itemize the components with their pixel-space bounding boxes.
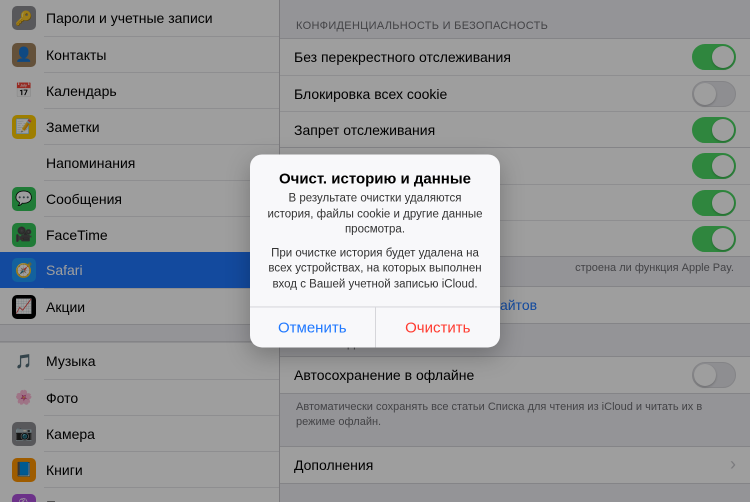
settings-app: 🔑Пароли и учетные записи👤Контакты📅Календ… (0, 0, 750, 502)
alert-body: Очист. историю и данные В результате очи… (250, 154, 500, 306)
alert-clear-history: Очист. историю и данные В результате очи… (250, 154, 500, 347)
alert-buttons: Отменить Очистить (250, 307, 500, 348)
alert-title: Очист. историю и данные (264, 170, 486, 187)
alert-confirm-button[interactable]: Очистить (375, 308, 501, 348)
alert-cancel-button[interactable]: Отменить (250, 308, 375, 348)
alert-message-1: В результате очистки удаляются история, … (264, 191, 486, 238)
alert-message-2: При очистке история будет удалена на все… (264, 246, 486, 293)
